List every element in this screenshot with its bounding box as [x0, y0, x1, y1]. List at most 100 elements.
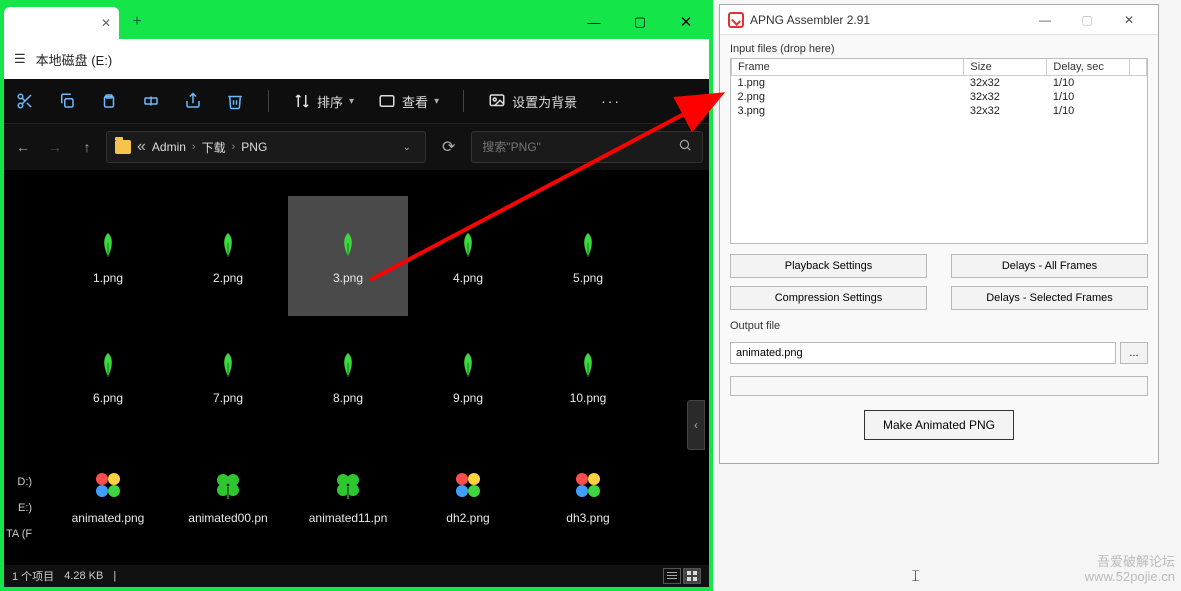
output-file-label: Output file — [730, 320, 1148, 332]
apng-minimize-button[interactable]: — — [1024, 6, 1066, 34]
file-item[interactable]: animated.png — [48, 436, 168, 556]
file-name: 1.png — [93, 271, 123, 285]
input-files-drop-area[interactable]: Frame Size Delay, sec 1.png32x321/102.pn… — [730, 58, 1148, 244]
file-thumb-icon — [210, 467, 246, 503]
view-icons-toggle[interactable] — [683, 568, 701, 584]
preview-collapse-handle[interactable]: ‹ — [687, 400, 705, 450]
up-button[interactable]: ↑ — [74, 134, 100, 160]
file-thumb-icon — [570, 467, 606, 503]
file-item[interactable]: 2.png — [168, 196, 288, 316]
file-thumb-icon — [90, 467, 126, 503]
search-input[interactable] — [482, 140, 678, 154]
search-icon[interactable] — [678, 138, 692, 157]
file-item[interactable]: 5.png — [528, 196, 648, 316]
breadcrumb-p2[interactable]: 下载 — [202, 139, 226, 156]
breadcrumb[interactable]: « Admin › 下载 › PNG ⌄ — [106, 131, 426, 163]
back-button[interactable]: ← — [10, 134, 36, 160]
share-button[interactable] — [184, 92, 202, 110]
apng-close-button[interactable]: ✕ — [1108, 6, 1150, 34]
sort-button[interactable]: 排序 ▾ — [293, 92, 354, 111]
rename-button[interactable] — [142, 92, 160, 110]
view-label: 查看 — [402, 92, 428, 111]
file-item[interactable]: 6.png — [48, 316, 168, 436]
table-row[interactable]: 2.png32x321/10 — [732, 90, 1147, 104]
paste-button[interactable] — [100, 92, 118, 110]
close-window-button[interactable]: ✕ — [663, 5, 709, 39]
new-tab-button[interactable]: + — [123, 5, 151, 39]
watermark: 吾爱破解论坛 www.52pojie.cn — [1085, 554, 1175, 585]
col-frame[interactable]: Frame — [732, 59, 964, 76]
file-area: 1.png 2.png 3.png 4.png5.png 6.png7.png8.png… — [34, 170, 709, 565]
set-wallpaper-button[interactable]: 设置为背景 — [488, 92, 577, 111]
col-delay[interactable]: Delay, sec — [1047, 59, 1130, 76]
search-box[interactable] — [471, 131, 703, 163]
file-item[interactable]: 9.png — [408, 316, 528, 436]
chevron-down-icon[interactable]: ⌄ — [397, 142, 417, 153]
sidebar-drive-d[interactable]: D:) — [6, 469, 32, 495]
close-tab-icon[interactable]: ✕ — [101, 16, 111, 30]
file-thumb-icon — [330, 227, 366, 263]
file-item[interactable]: 4.png — [408, 196, 528, 316]
file-name: 3.png — [333, 271, 363, 285]
file-item[interactable]: animated00.pn — [168, 436, 288, 556]
maximize-button[interactable]: ▢ — [617, 5, 663, 39]
file-item[interactable]: dh3.png — [528, 436, 648, 556]
breadcrumb-p1[interactable]: Admin — [152, 140, 186, 154]
file-thumb-icon — [330, 347, 366, 383]
file-name: 9.png — [453, 391, 483, 405]
file-thumb-icon — [450, 347, 486, 383]
delays-selected-frames-button[interactable]: Delays - Selected Frames — [951, 286, 1148, 310]
file-name: 10.png — [570, 391, 607, 405]
file-name: animated11.pn — [309, 511, 388, 525]
breadcrumb-p3[interactable]: PNG — [241, 140, 267, 154]
app-logo-icon — [728, 12, 744, 28]
copy-button[interactable] — [58, 92, 76, 110]
file-item[interactable]: 10.png — [528, 316, 648, 436]
folder-icon — [115, 140, 131, 154]
col-size[interactable]: Size — [964, 59, 1047, 76]
browser-tab[interactable]: ✕ — [4, 7, 119, 39]
view-button[interactable]: 查看 ▾ — [378, 92, 439, 111]
more-button[interactable]: ··· — [601, 93, 621, 109]
browse-button[interactable]: ... — [1120, 342, 1148, 364]
file-thumb-icon — [210, 347, 246, 383]
cut-button[interactable] — [16, 92, 34, 110]
table-row[interactable]: 1.png32x321/10 — [732, 76, 1147, 91]
file-thumb-icon — [570, 227, 606, 263]
minimize-button[interactable]: — — [571, 5, 617, 39]
sidebar-drive-f[interactable]: TA (F — [6, 521, 32, 547]
file-item[interactable]: 1.png — [48, 196, 168, 316]
delays-all-frames-button[interactable]: Delays - All Frames — [951, 254, 1148, 278]
compression-settings-button[interactable]: Compression Settings — [730, 286, 927, 310]
apng-titlebar: APNG Assembler 2.91 — ▢ ✕ — [720, 5, 1158, 35]
file-item[interactable]: 7.png — [168, 316, 288, 436]
playback-settings-button[interactable]: Playback Settings — [730, 254, 927, 278]
toolbar: 排序 ▾ 查看 ▾ 设置为背景 ··· — [4, 79, 709, 124]
file-name: animated00.pn — [188, 511, 267, 525]
file-thumb-icon — [90, 347, 126, 383]
file-item[interactable]: animated11.pn — [288, 436, 408, 556]
file-name: dh3.png — [566, 511, 609, 525]
file-thumb-icon — [330, 467, 366, 503]
table-row[interactable]: 3.png32x321/10 — [732, 104, 1147, 118]
nav-row: ← → ↑ « Admin › 下载 › PNG ⌄ ⟳ — [4, 124, 709, 170]
apng-maximize-button[interactable]: ▢ — [1066, 6, 1108, 34]
file-item[interactable]: dh2.png — [408, 436, 528, 556]
hamburger-icon: ☰ — [14, 51, 26, 67]
apng-title-text: APNG Assembler 2.91 — [750, 13, 870, 27]
file-name: 2.png — [213, 271, 243, 285]
file-item[interactable]: 8.png — [288, 316, 408, 436]
file-item[interactable]: 3.png — [288, 196, 408, 316]
forward-button[interactable]: → — [42, 134, 68, 160]
breadcrumb-prefix: « — [137, 138, 146, 156]
output-file-input[interactable] — [730, 342, 1116, 364]
delete-button[interactable] — [226, 92, 244, 110]
make-animated-png-button[interactable]: Make Animated PNG — [864, 410, 1014, 440]
view-details-toggle[interactable] — [663, 568, 681, 584]
apng-assembler-window: APNG Assembler 2.91 — ▢ ✕ Input files (d… — [719, 4, 1159, 464]
file-thumb-icon — [450, 467, 486, 503]
refresh-button[interactable]: ⟳ — [432, 137, 465, 157]
wallpaper-label: 设置为背景 — [512, 92, 577, 111]
sidebar-drive-e[interactable]: E:) — [6, 495, 32, 521]
file-thumb-icon — [210, 227, 246, 263]
